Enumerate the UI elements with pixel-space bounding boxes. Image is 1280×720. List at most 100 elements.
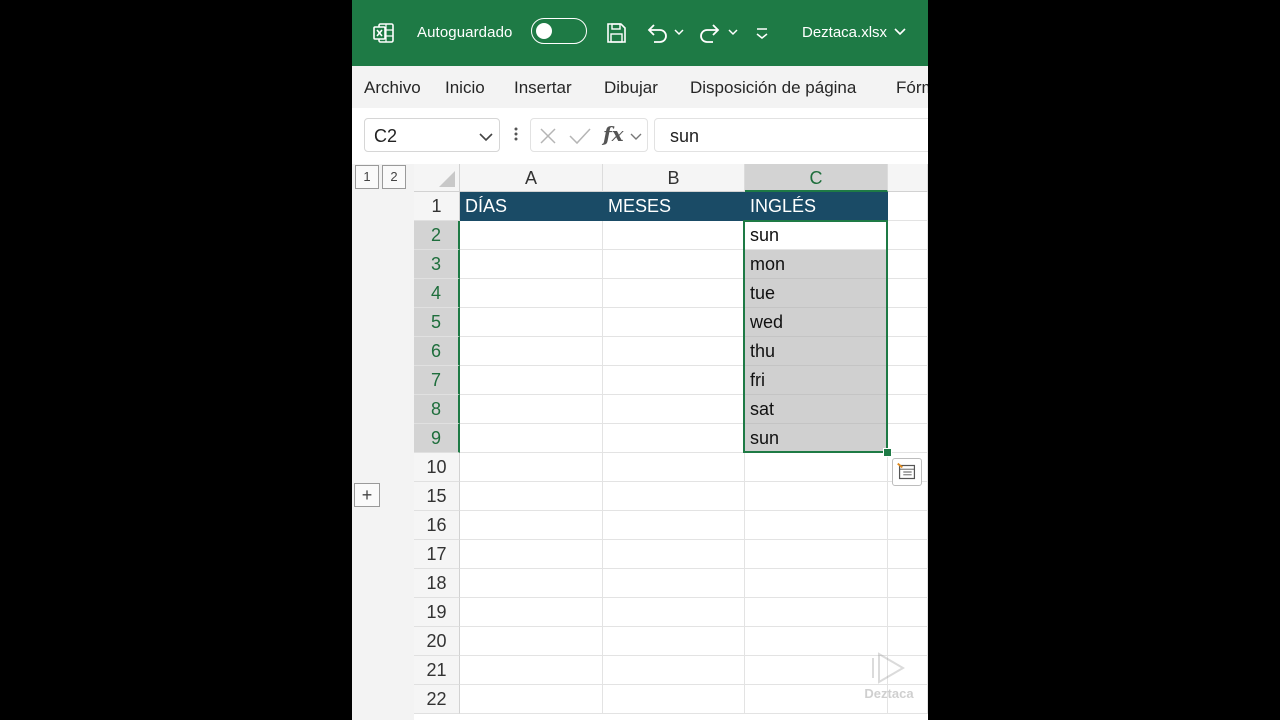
save-icon[interactable] [604,21,628,45]
cell-a4[interactable] [460,279,603,308]
cell-a3[interactable] [460,250,603,279]
name-box[interactable]: C2 [364,118,500,152]
cell-c17[interactable] [745,540,888,569]
row-header-2[interactable]: 2 [414,221,460,250]
cell-b21[interactable] [603,656,745,685]
formula-bar-grip-icon[interactable] [513,123,519,145]
row-header-9[interactable]: 9 [414,424,460,453]
expand-group-button[interactable]: + [354,483,380,507]
excel-icon[interactable] [372,21,396,45]
cell-d7[interactable] [888,366,928,395]
cell-b2[interactable] [603,221,745,250]
cell-d18[interactable] [888,569,928,598]
cell-c18[interactable] [745,569,888,598]
row-header-20[interactable]: 20 [414,627,460,656]
cell-a16[interactable] [460,511,603,540]
cell-c4[interactable]: tue [745,279,888,308]
cell-a5[interactable] [460,308,603,337]
row-header-1[interactable]: 1 [414,192,460,221]
column-header-c[interactable]: C [745,164,888,192]
cell-c2[interactable]: sun [745,221,888,250]
enter-check-icon[interactable] [568,127,592,145]
tab-disposicion-de-pagina[interactable]: Disposición de página [690,78,856,98]
cell-d17[interactable] [888,540,928,569]
row-header-17[interactable]: 17 [414,540,460,569]
cell-d4[interactable] [888,279,928,308]
name-box-chevron-down-icon[interactable] [479,132,493,142]
cell-d6[interactable] [888,337,928,366]
row-header-18[interactable]: 18 [414,569,460,598]
cell-a19[interactable] [460,598,603,627]
cell-a15[interactable] [460,482,603,511]
cell-c8[interactable]: sat [745,395,888,424]
cell-c9[interactable]: sun [745,424,888,453]
cell-c3[interactable]: mon [745,250,888,279]
cell-d2[interactable] [888,221,928,250]
cell-b10[interactable] [603,453,745,482]
cell-b15[interactable] [603,482,745,511]
redo-icon[interactable] [697,20,723,46]
cell-b6[interactable] [603,337,745,366]
row-header-21[interactable]: 21 [414,656,460,685]
cell-d15[interactable] [888,482,928,511]
outline-level-2-button[interactable]: 2 [382,165,406,189]
cell-d19[interactable] [888,598,928,627]
filename-chevron-down-icon[interactable] [894,27,906,37]
cell-a10[interactable] [460,453,603,482]
cell-a8[interactable] [460,395,603,424]
redo-dropdown-chevron-icon[interactable] [728,27,738,37]
row-header-22[interactable]: 22 [414,685,460,714]
cell-a2[interactable] [460,221,603,250]
cell-c6[interactable]: thu [745,337,888,366]
cell-a18[interactable] [460,569,603,598]
undo-icon[interactable] [644,20,670,46]
cell-d5[interactable] [888,308,928,337]
tab-archivo[interactable]: Archivo [364,78,421,98]
row-header-10[interactable]: 10 [414,453,460,482]
cell-c10[interactable] [745,453,888,482]
select-all-corner[interactable] [414,164,460,192]
tab-formulas[interactable]: Fórm [896,78,928,98]
outline-level-1-button[interactable]: 1 [355,165,379,189]
row-header-19[interactable]: 19 [414,598,460,627]
row-header-4[interactable]: 4 [414,279,460,308]
column-header-d-partial[interactable] [888,164,928,192]
cell-d1[interactable] [888,192,928,221]
cell-c5[interactable]: wed [745,308,888,337]
cell-a22[interactable] [460,685,603,714]
cell-a7[interactable] [460,366,603,395]
cell-a17[interactable] [460,540,603,569]
cell-a20[interactable] [460,627,603,656]
cell-d16[interactable] [888,511,928,540]
cell-a21[interactable] [460,656,603,685]
tab-insertar[interactable]: Insertar [514,78,572,98]
cell-b3[interactable] [603,250,745,279]
cell-c15[interactable] [745,482,888,511]
tab-dibujar[interactable]: Dibujar [604,78,658,98]
autosave-toggle[interactable] [531,18,587,44]
row-header-6[interactable]: 6 [414,337,460,366]
formula-input[interactable]: sun [654,118,928,152]
row-header-8[interactable]: 8 [414,395,460,424]
row-header-16[interactable]: 16 [414,511,460,540]
cell-c16[interactable] [745,511,888,540]
row-header-15[interactable]: 15 [414,482,460,511]
cell-a9[interactable] [460,424,603,453]
cancel-icon[interactable] [539,127,557,145]
undo-dropdown-chevron-icon[interactable] [674,27,684,37]
cell-b16[interactable] [603,511,745,540]
cell-b8[interactable] [603,395,745,424]
cell-b7[interactable] [603,366,745,395]
row-header-5[interactable]: 5 [414,308,460,337]
column-header-b[interactable]: B [603,164,745,192]
cell-c7[interactable]: fri [745,366,888,395]
cell-a6[interactable] [460,337,603,366]
cell-b17[interactable] [603,540,745,569]
cell-b22[interactable] [603,685,745,714]
cell-b20[interactable] [603,627,745,656]
cell-c19[interactable] [745,598,888,627]
customize-quick-access-icon[interactable] [754,24,770,42]
cell-b18[interactable] [603,569,745,598]
cell-c1[interactable]: INGLÉS [745,192,888,221]
cell-d9[interactable] [888,424,928,453]
